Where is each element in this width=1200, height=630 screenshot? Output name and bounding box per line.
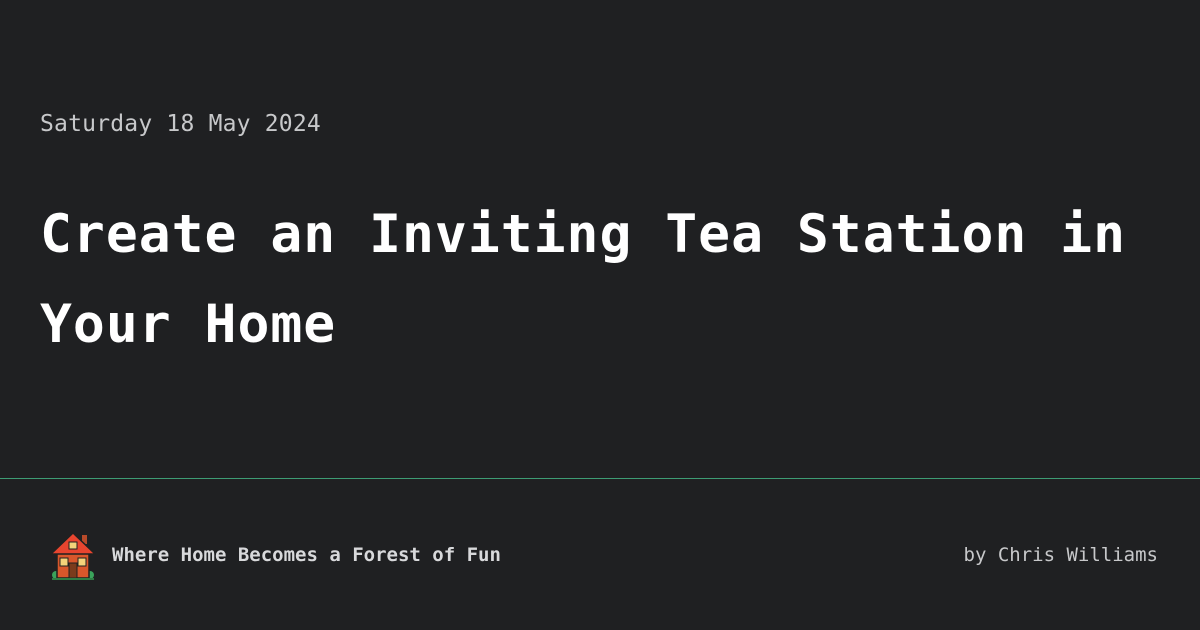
author-byline: by Chris Williams [963,544,1158,566]
post-title: Create an Inviting Tea Station in Your H… [40,204,1126,355]
site-brand: Where Home Becomes a Forest of Fun [48,527,501,583]
divider [0,478,1200,479]
house-icon [49,531,97,580]
post-date: Saturday 18 May 2024 [40,111,321,137]
site-tagline: Where Home Becomes a Forest of Fun [112,544,501,566]
